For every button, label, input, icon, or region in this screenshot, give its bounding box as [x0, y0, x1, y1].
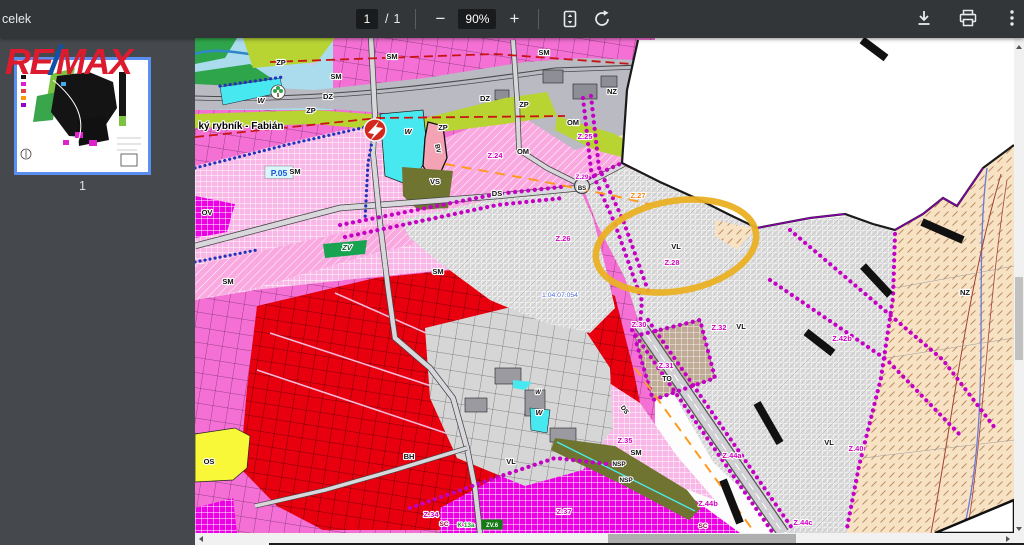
map-label: SM [289, 167, 300, 176]
fit-to-page-icon [560, 9, 580, 29]
map-label: Z.31 [658, 361, 673, 370]
more-options-button[interactable] [1001, 7, 1023, 29]
download-button[interactable] [913, 7, 935, 29]
rotate-button[interactable] [591, 8, 613, 30]
map-viewport[interactable]: ký rybník - Fabián P.05 Z.24 Z.25 Z.26 Z.27 Z.… [195, 38, 1014, 533]
map-label: NSP [612, 461, 626, 468]
page-number-input[interactable] [356, 9, 378, 29]
pdf-toolbar: celek / 1 − 90% + [0, 0, 1024, 38]
map-label: Z.29 [575, 174, 588, 181]
map-label: TO [662, 376, 672, 383]
map-label: VL [824, 438, 834, 447]
map-label: Z.24 [487, 151, 503, 160]
map-label: Z.35 [617, 436, 632, 445]
toolbar-divider [538, 9, 539, 29]
map-label: K 13a [457, 522, 475, 529]
map-label: NZ [960, 288, 970, 297]
map-label: Z.40 [848, 444, 863, 453]
rotate-icon [592, 9, 612, 29]
map-label: Z.32 [711, 323, 726, 332]
map-label: VL [671, 242, 681, 251]
page-total: 1 [393, 12, 400, 26]
map-label: DS [492, 189, 502, 198]
map-label: DZ [480, 94, 490, 103]
map-label: BS [578, 186, 586, 192]
map-label: ZV [341, 243, 353, 252]
print-button[interactable] [957, 7, 979, 29]
map-label: ZP [438, 123, 448, 132]
map-label: SC [439, 521, 448, 528]
scroll-right-arrow-icon[interactable] [1006, 536, 1010, 542]
toolbar-right-actions [908, 7, 1024, 29]
map-label: ký rybník - Fabián [198, 121, 283, 132]
document-title: celek [2, 12, 31, 26]
page-zoom-controls: / 1 − 90% + [356, 9, 618, 29]
thumbnail-sidebar: 1 [0, 38, 195, 545]
zoom-level-field[interactable]: 90% [458, 9, 496, 29]
map-label: W [257, 96, 265, 105]
vertical-scrollbar[interactable] [1014, 38, 1024, 545]
map-label: Z.30 [631, 320, 646, 329]
map-label: VL [736, 322, 746, 331]
scroll-down-arrow-icon[interactable] [1016, 527, 1022, 531]
thumbnail-page-number: 1 [0, 179, 165, 193]
map-label: Z.44c [793, 518, 812, 527]
fit-to-page-button[interactable] [559, 8, 581, 30]
more-options-icon [1001, 7, 1023, 29]
map-label: OM [567, 118, 579, 127]
remax-logo: RE/MAX [5, 40, 131, 81]
map-label: OM [517, 147, 529, 156]
map-label: ZP [306, 106, 316, 115]
scroll-left-arrow-icon[interactable] [199, 536, 203, 542]
map-label: Z.37 [556, 507, 571, 516]
print-icon [957, 7, 979, 29]
map-label: ZP [276, 58, 286, 67]
map-label: BH [404, 452, 415, 461]
map-label: OS [204, 457, 215, 466]
scroll-up-arrow-icon[interactable] [1016, 45, 1022, 49]
zoom-out-button[interactable]: − [431, 9, 449, 29]
lightning-pin-icon[interactable] [364, 119, 386, 141]
remax-logo-max: MAX [56, 41, 132, 82]
zoom-in-button[interactable]: + [505, 9, 523, 29]
map-label: VS [430, 177, 440, 186]
map-label: SM [386, 52, 397, 61]
park-icon [271, 85, 285, 99]
map-label: SM [538, 48, 549, 57]
download-icon [913, 7, 935, 29]
page-count: / 1 [385, 12, 400, 26]
map-label: W [404, 127, 412, 136]
map-label: SM [330, 72, 341, 81]
map-label: DZ [323, 92, 333, 101]
map-label: VL [506, 457, 516, 466]
toolbar-divider [415, 9, 416, 29]
map-label: OV [202, 208, 213, 217]
map-label: SM [630, 448, 641, 457]
map-label: Z.28 [664, 258, 679, 267]
map-label: Z.44b [698, 499, 718, 508]
map-label: SM [432, 267, 443, 276]
map-label: SM [222, 277, 233, 286]
map-label: W [535, 408, 543, 417]
map-label: Z.42b [832, 334, 852, 343]
remax-logo-re: RE [5, 41, 52, 82]
map-label: Z.44a [722, 451, 742, 460]
map-label: NSP [619, 477, 633, 484]
map-label: P.05 [271, 168, 288, 178]
map-label: Z.34 [423, 510, 439, 519]
map-label: ZP [519, 100, 529, 109]
map-label: Z.27 [630, 191, 645, 200]
page-separator: / [385, 12, 388, 26]
map-label: Z.26 [555, 234, 570, 243]
zoning-map: ký rybník - Fabián P.05 Z.24 Z.25 Z.26 Z.27 Z.… [195, 38, 1014, 533]
map-label: ZV.6 [486, 523, 499, 529]
vertical-scrollbar-thumb[interactable] [1015, 277, 1023, 360]
map-label: 1.04.07.054 [542, 292, 578, 299]
map-label: SC [698, 523, 707, 530]
map-label: Z.25 [577, 132, 592, 141]
map-label: NZ [607, 87, 617, 96]
